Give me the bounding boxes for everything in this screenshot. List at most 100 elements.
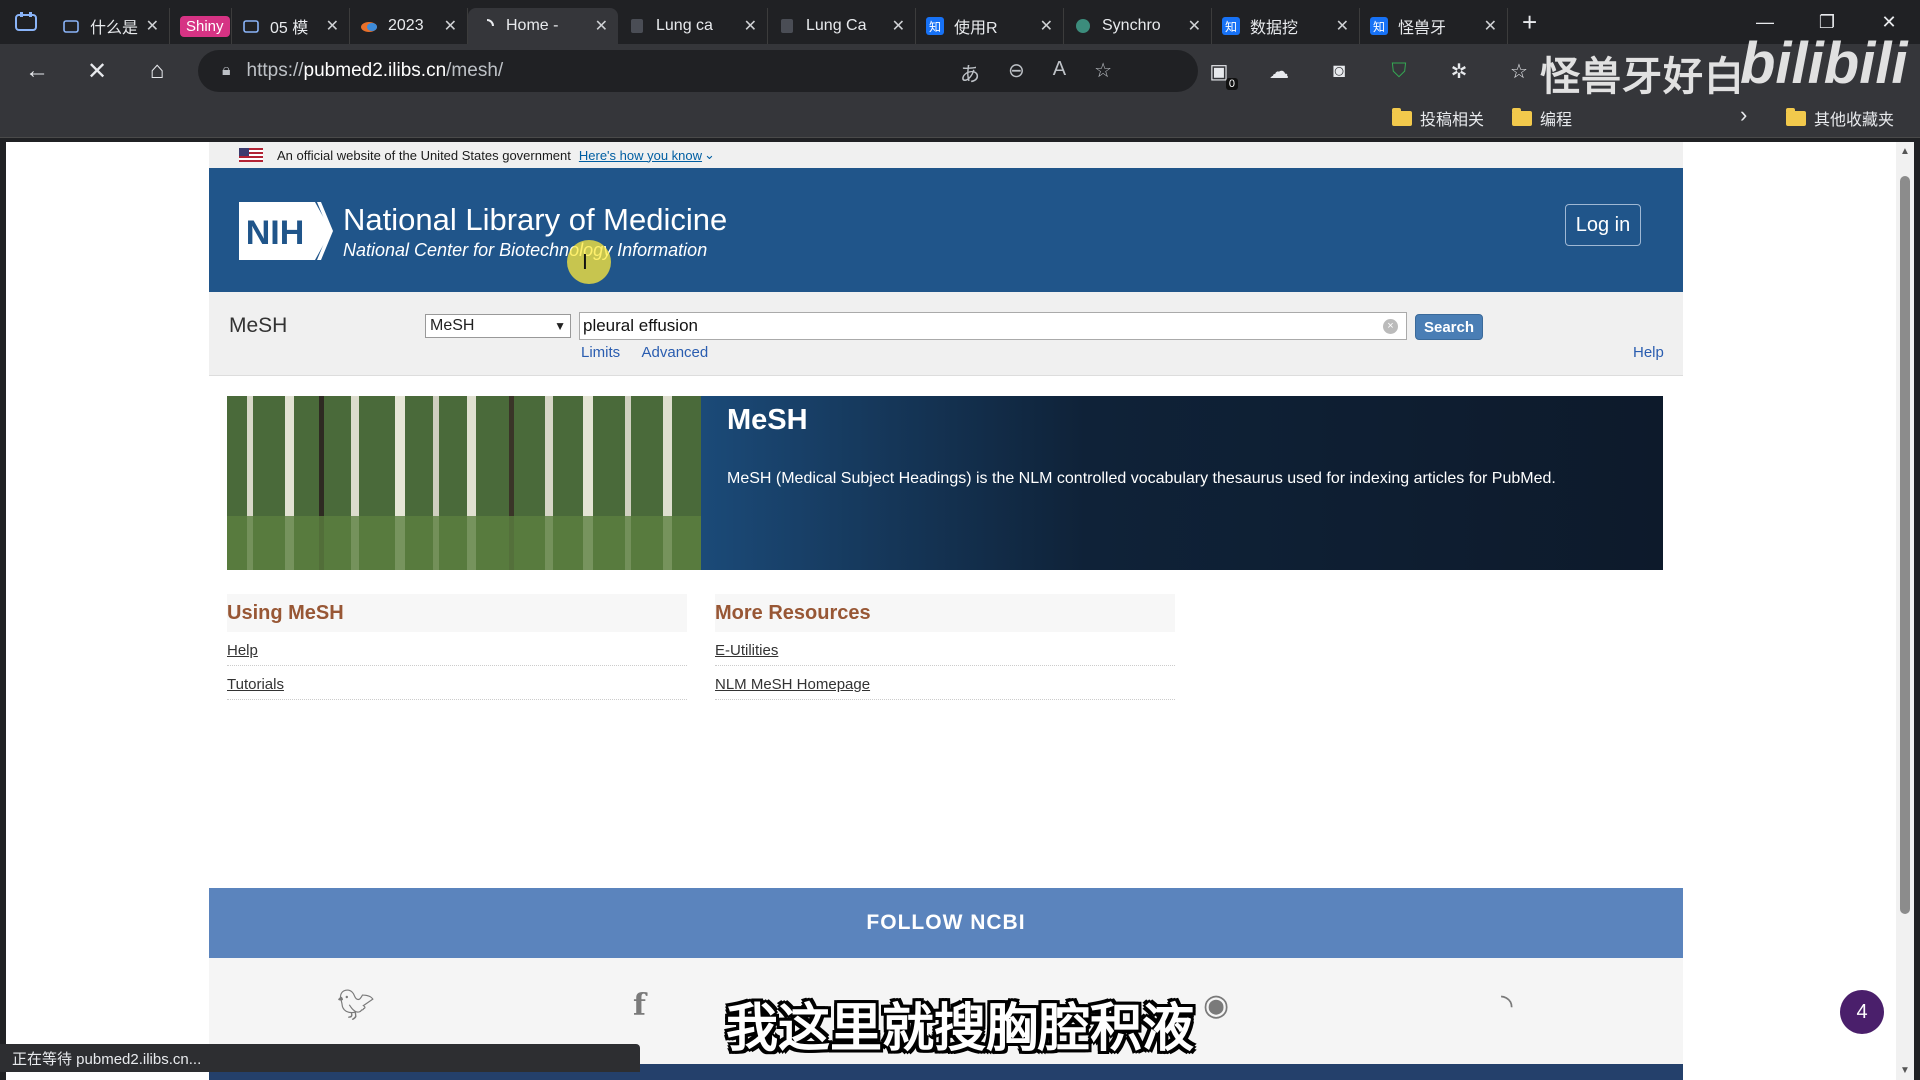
close-icon[interactable]: ✕ [1336,16,1349,36]
puzzle-extensions-icon[interactable]: ✲ [1444,56,1474,86]
notification-bubble[interactable]: 4 [1840,990,1884,1034]
browser-tab[interactable]: 什么是 ✕ [52,8,170,44]
browser-tab[interactable]: 知 使用R ✕ [916,8,1064,44]
using-mesh-heading: Using MeSH [227,594,687,632]
cursor-highlight [567,240,611,284]
stop-loading-icon[interactable]: ✕ [74,48,120,94]
close-icon[interactable]: ✕ [1484,16,1497,36]
workspaces-button[interactable] [0,0,52,44]
page-tab-icon [778,17,796,35]
search-button[interactable]: Search [1415,314,1483,340]
close-icon[interactable]: ✕ [146,16,159,36]
follow-ncbi-banner: FOLLOW NCBI [209,888,1683,958]
close-icon[interactable]: ✕ [595,16,608,36]
tab-title: 数据挖 [1250,20,1299,37]
database-select[interactable]: MeSH ▼ [425,314,571,338]
shield-icon[interactable]: ⛉ [1384,56,1414,86]
tab-title: 什么是 [90,20,138,37]
browser-tab[interactable]: Shiny [170,8,232,44]
url-prefix: https:// [246,60,304,81]
chevron-down-icon[interactable]: ⌄ [704,147,715,163]
tab-title: 怪兽牙 [1398,20,1447,37]
browser-tab[interactable]: Synchro ✕ [1064,8,1212,44]
close-icon[interactable]: ✕ [326,16,339,36]
hero-title: MeSH [727,404,808,436]
close-icon[interactable]: ✕ [1188,16,1201,36]
nih-logo[interactable]: NIH [237,200,333,262]
cloud-extension-icon[interactable]: ☁ [1264,56,1294,86]
page-tab-icon [628,17,646,35]
workspaces-icon [15,12,37,31]
zoom-out-icon[interactable]: ⊖ [1008,58,1025,87]
tab-title: Synchro [1102,17,1161,34]
tab-title: 2023 [388,17,424,34]
mesh-hero-banner: MeSH MeSH (Medical Subject Headings) is … [227,396,1663,570]
tutorials-link[interactable]: Tutorials [227,666,687,700]
browser-tab-active[interactable]: Home - ✕ [468,8,618,44]
url-host: pubmed2.ilibs.cn [303,60,447,81]
advanced-link[interactable]: Advanced [642,344,709,361]
scroll-down-icon[interactable]: ▼ [1896,1065,1914,1076]
extension-icon[interactable]: ▣ 0 [1204,56,1238,90]
zhihu-tab-icon: 知 [1222,17,1240,35]
bookmark-label: 其他收藏夹 [1814,112,1895,129]
folder-icon [1392,107,1412,126]
forest-image [227,396,701,570]
nlm-mesh-homepage-link[interactable]: NLM MeSH Homepage [715,666,1175,700]
scrollbar-thumb[interactable] [1900,176,1910,914]
shiny-tab-badge: Shiny [180,15,230,37]
scroll-up-icon[interactable]: ▲ [1896,146,1914,157]
limits-link[interactable]: Limits [581,344,620,361]
status-bar: 正在等待 pubmed2.ilibs.cn... [0,1044,640,1072]
browser-tab[interactable]: 05 模 ✕ [232,8,350,44]
new-tab-button[interactable]: + [1522,7,1537,38]
bookmark-folder[interactable]: 其他收藏夹 [1786,106,1894,130]
extension-badge: 0 [1225,78,1238,90]
tab-title: Lung Ca [806,17,867,34]
nih-logo-text: NIH [246,214,305,252]
close-icon[interactable]: ✕ [744,16,757,36]
eutilities-link[interactable]: E-Utilities [715,632,1175,666]
nlm-subtitle: National Center for Biotechnology Inform… [343,240,708,260]
favorites-icon[interactable]: ☆ [1504,56,1534,86]
glasses-extension-icon[interactable]: ◙ [1324,56,1354,86]
folder-icon [1786,107,1806,126]
close-icon[interactable]: ✕ [444,16,457,36]
home-icon[interactable]: ⌂ [134,48,180,94]
close-icon[interactable]: ✕ [892,16,905,36]
browser-tab[interactable]: Lung ca ✕ [618,8,768,44]
nlm-title[interactable]: National Library of Medicine [343,202,727,238]
bookmark-folder[interactable]: 编程 [1512,106,1572,130]
browser-tab[interactable]: 2023 ✕ [350,8,468,44]
read-aloud-icon[interactable]: A [1053,58,1066,87]
translate-icon[interactable]: あ [960,58,980,87]
cloud-tab-icon [360,17,378,35]
back-icon[interactable]: ← [14,48,60,94]
browser-tab[interactable]: 知 数据挖 ✕ [1212,8,1360,44]
search-input[interactable]: pleural effusion × [579,312,1407,340]
browser-tab[interactable]: 知 怪兽牙 ✕ [1360,8,1508,44]
bookmarks-overflow-icon[interactable]: › [1740,102,1747,128]
help-link[interactable]: Help [1633,344,1664,361]
lock-icon: 🔒︎ [222,62,231,79]
zhihu-tab-icon: 知 [1370,17,1388,35]
more-resources-heading: More Resources [715,594,1175,632]
database-name: MeSH [229,314,288,337]
us-flag-icon [239,148,263,162]
close-icon[interactable]: ✕ [1040,16,1053,36]
favorite-star-icon[interactable]: ☆ [1094,58,1112,87]
bookmark-folder[interactable]: 投稿相关 [1392,106,1484,130]
search-query: pleural effusion [583,316,698,335]
zhihu-tab-icon: 知 [926,17,944,35]
clear-search-icon[interactable]: × [1383,319,1398,334]
mesh-page: An official website of the United States… [209,142,1683,1080]
page-viewport: An official website of the United States… [6,142,1896,1080]
browser-tab[interactable]: Lung Ca ✕ [768,8,916,44]
tab-title: Lung ca [656,17,713,34]
login-button[interactable]: Log in [1565,204,1641,246]
bookmark-label: 投稿相关 [1420,112,1485,129]
gov-banner-link[interactable]: Here's how you know [579,148,702,163]
hero-description: MeSH (Medical Subject Headings) is the N… [727,470,1556,487]
page-scrollbar[interactable]: ▲ ▼ [1896,142,1914,1080]
using-help-link[interactable]: Help [227,632,687,666]
